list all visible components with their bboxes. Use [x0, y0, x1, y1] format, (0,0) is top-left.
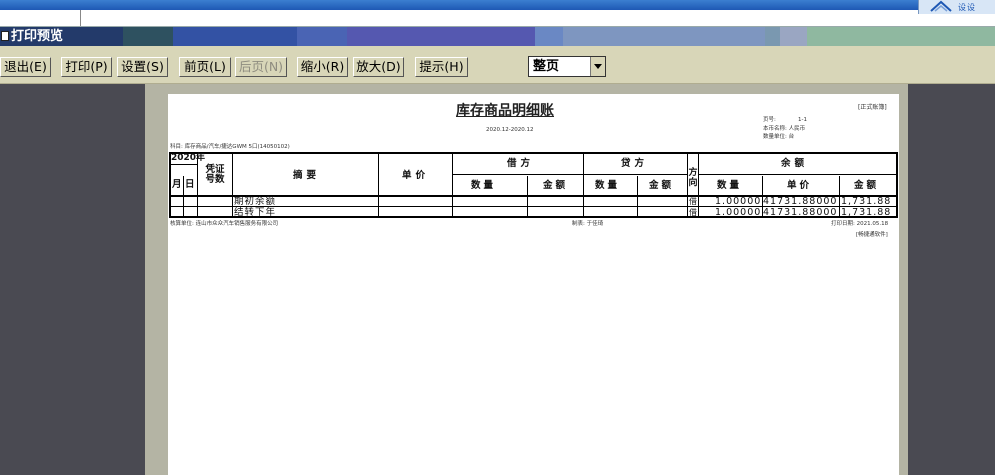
- row1-balance-price: 41731.88000: [763, 196, 838, 207]
- header-balance: 余额: [781, 158, 809, 169]
- zoom-in-button[interactable]: 放大(D): [353, 57, 404, 77]
- titlebar-segment: [123, 27, 173, 46]
- window-titlebar: [0, 27, 995, 46]
- footer-software: [畅捷通软件]: [856, 232, 888, 238]
- print-preview-icon: [1, 31, 9, 41]
- header-credit-amount: 金额: [649, 180, 675, 191]
- header-debit: 借方: [507, 158, 535, 169]
- header-direction: 方向: [688, 168, 698, 188]
- titlebar-segment: [297, 27, 347, 46]
- row1-summary: 期初余额: [234, 196, 277, 207]
- browser-top-strip: [0, 0, 995, 10]
- row1-direction: 借: [689, 197, 697, 206]
- page-mode-select[interactable]: 整页: [528, 56, 606, 77]
- titlebar-segment: [563, 27, 765, 46]
- unit-line: 数量单位: 台: [763, 134, 795, 140]
- header-summary: 摘要: [293, 170, 321, 181]
- titlebar-segment: [347, 27, 535, 46]
- header-year: 2020年: [171, 153, 206, 163]
- titlebar-segment: [780, 27, 807, 46]
- row2-balance-qty: 1.00000: [715, 207, 762, 218]
- ledger-table: 2020年 月 日 凭证号数 摘要 单价 借方 数量 金额 贷方 数量 金额 方…: [169, 152, 898, 218]
- prev-page-button[interactable]: 前页(L): [179, 57, 231, 77]
- row2-balance-price: 41731.88000: [763, 207, 838, 218]
- header-day: 日: [185, 179, 195, 190]
- row1-balance-qty: 1.00000: [715, 196, 762, 207]
- header-debit-amount: 金额: [543, 180, 569, 191]
- header-debit-qty: 数量: [471, 180, 497, 191]
- setup-button[interactable]: 设置(S): [117, 57, 168, 77]
- header-balance-price: 单价: [787, 180, 813, 191]
- page-mode-value: 整页: [533, 59, 560, 74]
- header-credit-qty: 数量: [595, 180, 621, 191]
- header-voucher-no: 凭证号数: [205, 164, 225, 185]
- exit-button[interactable]: 退出(E): [0, 57, 51, 77]
- address-separator: [80, 10, 81, 26]
- hint-button[interactable]: 提示(H): [415, 57, 468, 77]
- header-unit-price: 单价: [402, 170, 430, 181]
- titlebar-segment: [807, 27, 995, 46]
- header-balance-qty: 数量: [717, 180, 743, 191]
- page-no: 1-1: [798, 117, 807, 123]
- report-title: 库存商品明细账: [456, 103, 554, 119]
- report-page: 库存商品明细账 [正式账簿] 2020.12-2020.12 页号: 1-1 本…: [168, 94, 899, 475]
- date-range: 2020.12-2020.12: [486, 127, 534, 133]
- print-button[interactable]: 打印(P): [61, 57, 112, 77]
- titlebar-segment: [765, 27, 780, 46]
- header-credit: 贷方: [621, 158, 649, 169]
- footer-company: 核算单位: 连山市众众汽车销售服务有限公司: [170, 221, 279, 227]
- page-no-label: 页号:: [763, 117, 776, 123]
- row2-balance-amount: 1,731.88: [841, 207, 892, 218]
- row2-direction: 借: [689, 208, 697, 217]
- titlebar-segment: [173, 27, 297, 46]
- window-title: 打印预览: [11, 29, 64, 44]
- logo-chevron-icon: [930, 0, 952, 12]
- report-badge: [正式账簿]: [858, 104, 887, 111]
- currency-line: 本币名称: 人民币: [763, 126, 806, 132]
- logo-text: 设设: [958, 3, 976, 12]
- titlebar-segment: [535, 27, 563, 46]
- next-page-button[interactable]: 后页(N): [235, 57, 287, 77]
- account-line: 科目: 库存商品/汽车/捷达GWM 5口(14050102): [170, 144, 290, 150]
- header-balance-amount: 金额: [854, 180, 880, 191]
- address-bar[interactable]: [0, 10, 995, 27]
- footer-print-date: 打印日期: 2021.05.18: [831, 221, 889, 227]
- header-month: 月: [172, 179, 182, 190]
- footer-maker: 制表: 于佳琦: [572, 221, 604, 227]
- zoom-out-button[interactable]: 缩小(R): [297, 57, 348, 77]
- row2-summary: 结转下年: [234, 207, 277, 218]
- chevron-down-icon[interactable]: [590, 57, 605, 76]
- row1-balance-amount: 1,731.88: [841, 196, 892, 207]
